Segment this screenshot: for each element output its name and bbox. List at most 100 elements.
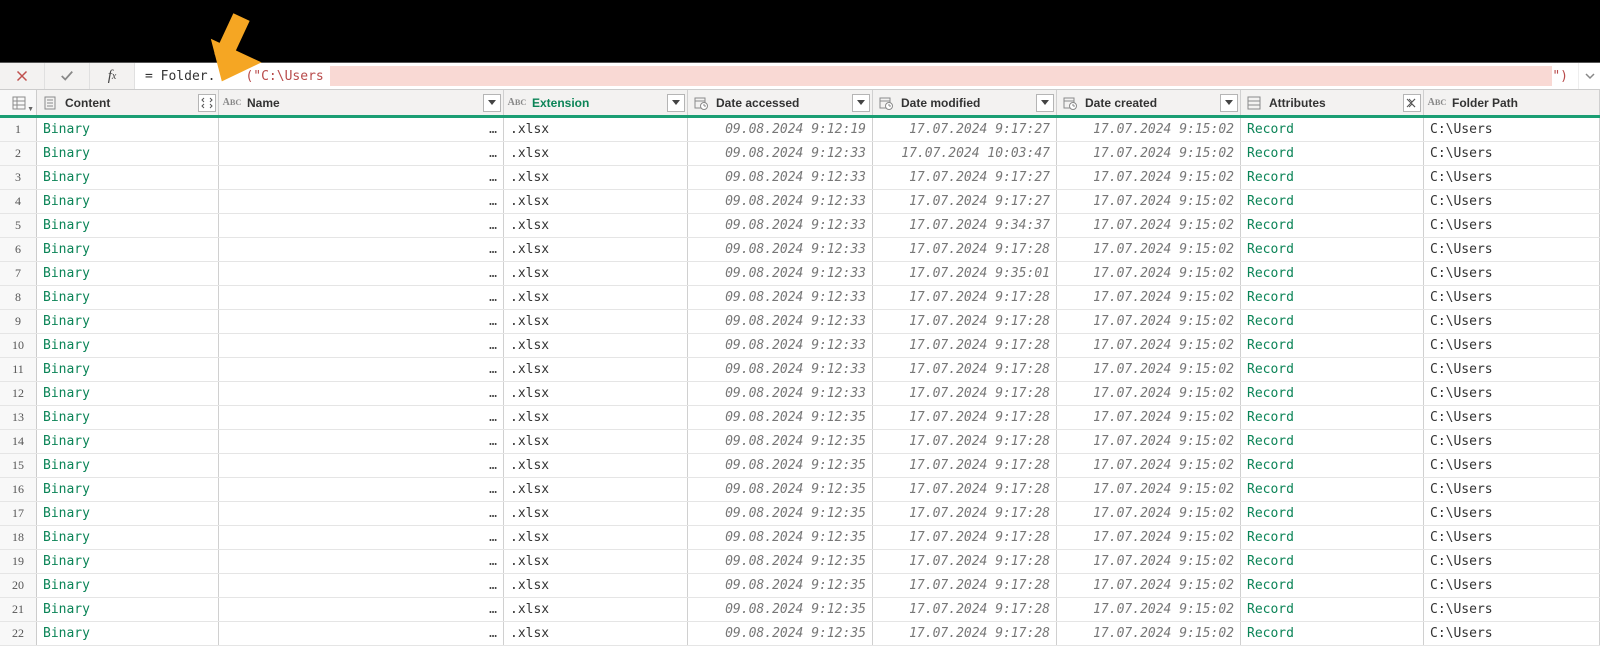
attributes-cell[interactable]: Record [1241, 454, 1424, 477]
filter-dropdown-button[interactable] [1036, 94, 1054, 112]
content-cell[interactable]: Binary [37, 166, 219, 189]
table-row[interactable]: 11Binary….xlsx09.08.2024 9:12:3317.07.20… [0, 358, 1600, 382]
column-header-attributes[interactable]: Attributes [1241, 90, 1424, 115]
table-row[interactable]: 22Binary….xlsx09.08.2024 9:12:3517.07.20… [0, 622, 1600, 646]
content-cell[interactable]: Binary [37, 358, 219, 381]
column-header-date-modified[interactable]: Date modified [873, 90, 1057, 115]
content-cell[interactable]: Binary [37, 550, 219, 573]
attributes-cell[interactable]: Record [1241, 382, 1424, 405]
table-row[interactable]: 17Binary….xlsx09.08.2024 9:12:3517.07.20… [0, 502, 1600, 526]
filter-dropdown-button[interactable] [483, 94, 501, 112]
date-accessed-cell: 09.08.2024 9:12:35 [688, 550, 873, 573]
column-header-date-accessed[interactable]: Date accessed [688, 90, 873, 115]
row-number: 3 [0, 166, 37, 189]
table-options-button[interactable]: ▼ [0, 90, 37, 115]
attributes-cell[interactable]: Record [1241, 502, 1424, 525]
date-modified-cell: 17.07.2024 9:17:28 [873, 526, 1057, 549]
attributes-cell[interactable]: Record [1241, 286, 1424, 309]
fx-button[interactable]: fx [90, 63, 135, 89]
table-row[interactable]: 7Binary….xlsx09.08.2024 9:12:3317.07.202… [0, 262, 1600, 286]
filter-dropdown-button[interactable] [852, 94, 870, 112]
formula-input[interactable]: = Folder.("C:\Users") [135, 63, 1578, 89]
date-modified-cell: 17.07.2024 9:17:27 [873, 118, 1057, 141]
attributes-cell[interactable]: Record [1241, 118, 1424, 141]
content-cell[interactable]: Binary [37, 382, 219, 405]
attributes-cell[interactable]: Record [1241, 550, 1424, 573]
table-row[interactable]: 3Binary….xlsx09.08.2024 9:12:3317.07.202… [0, 166, 1600, 190]
attributes-cell[interactable]: Record [1241, 310, 1424, 333]
table-row[interactable]: 16Binary….xlsx09.08.2024 9:12:3517.07.20… [0, 478, 1600, 502]
content-cell[interactable]: Binary [37, 454, 219, 477]
attributes-cell[interactable]: Record [1241, 142, 1424, 165]
cancel-button[interactable] [0, 63, 45, 89]
content-cell[interactable]: Binary [37, 190, 219, 213]
content-cell[interactable]: Binary [37, 430, 219, 453]
table-row[interactable]: 2Binary….xlsx09.08.2024 9:12:3317.07.202… [0, 142, 1600, 166]
extension-cell: .xlsx [504, 166, 688, 189]
expand-column-button[interactable] [1403, 94, 1421, 112]
content-cell[interactable]: Binary [37, 622, 219, 645]
content-cell[interactable]: Binary [37, 238, 219, 261]
table-row[interactable]: 6Binary….xlsx09.08.2024 9:12:3317.07.202… [0, 238, 1600, 262]
expand-column-button[interactable] [198, 94, 216, 112]
table-row[interactable]: 8Binary….xlsx09.08.2024 9:12:3317.07.202… [0, 286, 1600, 310]
table-row[interactable]: 13Binary….xlsx09.08.2024 9:12:3517.07.20… [0, 406, 1600, 430]
column-label: Content [61, 96, 110, 110]
content-cell[interactable]: Binary [37, 286, 219, 309]
content-cell[interactable]: Binary [37, 334, 219, 357]
content-cell[interactable]: Binary [37, 310, 219, 333]
column-label: Name [243, 96, 280, 110]
table-row[interactable]: 1Binary….xlsx09.08.2024 9:12:1917.07.202… [0, 118, 1600, 142]
table-row[interactable]: 5Binary….xlsx09.08.2024 9:12:3317.07.202… [0, 214, 1600, 238]
filter-dropdown-button[interactable] [667, 94, 685, 112]
table-row[interactable]: 18Binary….xlsx09.08.2024 9:12:3517.07.20… [0, 526, 1600, 550]
table-row[interactable]: 14Binary….xlsx09.08.2024 9:12:3517.07.20… [0, 430, 1600, 454]
attributes-cell[interactable]: Record [1241, 262, 1424, 285]
content-cell[interactable]: Binary [37, 118, 219, 141]
column-header-name[interactable]: ABC Name [219, 90, 504, 115]
column-header-content[interactable]: Content [37, 90, 219, 115]
column-header-folder-path[interactable]: ABC Folder Path [1424, 90, 1600, 115]
content-cell[interactable]: Binary [37, 526, 219, 549]
row-number: 8 [0, 286, 37, 309]
table-row[interactable]: 9Binary….xlsx09.08.2024 9:12:3317.07.202… [0, 310, 1600, 334]
date-modified-cell: 17.07.2024 9:17:28 [873, 382, 1057, 405]
attributes-cell[interactable]: Record [1241, 526, 1424, 549]
attributes-cell[interactable]: Record [1241, 214, 1424, 237]
content-cell[interactable]: Binary [37, 214, 219, 237]
content-cell[interactable]: Binary [37, 262, 219, 285]
table-row[interactable]: 20Binary….xlsx09.08.2024 9:12:3517.07.20… [0, 574, 1600, 598]
attributes-cell[interactable]: Record [1241, 598, 1424, 621]
content-cell[interactable]: Binary [37, 574, 219, 597]
table-row[interactable]: 15Binary….xlsx09.08.2024 9:12:3517.07.20… [0, 454, 1600, 478]
table-row[interactable]: 19Binary….xlsx09.08.2024 9:12:3517.07.20… [0, 550, 1600, 574]
table-row[interactable]: 12Binary….xlsx09.08.2024 9:12:3317.07.20… [0, 382, 1600, 406]
table-row[interactable]: 4Binary….xlsx09.08.2024 9:12:3317.07.202… [0, 190, 1600, 214]
column-header-extension[interactable]: ABC Extension [504, 90, 688, 115]
attributes-cell[interactable]: Record [1241, 430, 1424, 453]
attributes-cell[interactable]: Record [1241, 478, 1424, 501]
attributes-cell[interactable]: Record [1241, 238, 1424, 261]
table-row[interactable]: 21Binary….xlsx09.08.2024 9:12:3517.07.20… [0, 598, 1600, 622]
content-cell[interactable]: Binary [37, 502, 219, 525]
filter-dropdown-button[interactable] [1220, 94, 1238, 112]
attributes-cell[interactable]: Record [1241, 574, 1424, 597]
content-cell[interactable]: Binary [37, 142, 219, 165]
table-row[interactable]: 10Binary….xlsx09.08.2024 9:12:3317.07.20… [0, 334, 1600, 358]
extension-cell: .xlsx [504, 238, 688, 261]
attributes-cell[interactable]: Record [1241, 406, 1424, 429]
content-cell[interactable]: Binary [37, 598, 219, 621]
attributes-cell[interactable]: Record [1241, 622, 1424, 645]
name-cell: … [219, 550, 504, 573]
attributes-cell[interactable]: Record [1241, 334, 1424, 357]
table-body: 1Binary….xlsx09.08.2024 9:12:1917.07.202… [0, 118, 1600, 646]
column-header-date-created[interactable]: Date created [1057, 90, 1241, 115]
extension-cell: .xlsx [504, 118, 688, 141]
content-cell[interactable]: Binary [37, 406, 219, 429]
formula-dropdown-icon[interactable] [1578, 63, 1600, 89]
content-cell[interactable]: Binary [37, 478, 219, 501]
attributes-cell[interactable]: Record [1241, 358, 1424, 381]
attributes-cell[interactable]: Record [1241, 190, 1424, 213]
attributes-cell[interactable]: Record [1241, 166, 1424, 189]
accept-button[interactable] [45, 63, 90, 89]
